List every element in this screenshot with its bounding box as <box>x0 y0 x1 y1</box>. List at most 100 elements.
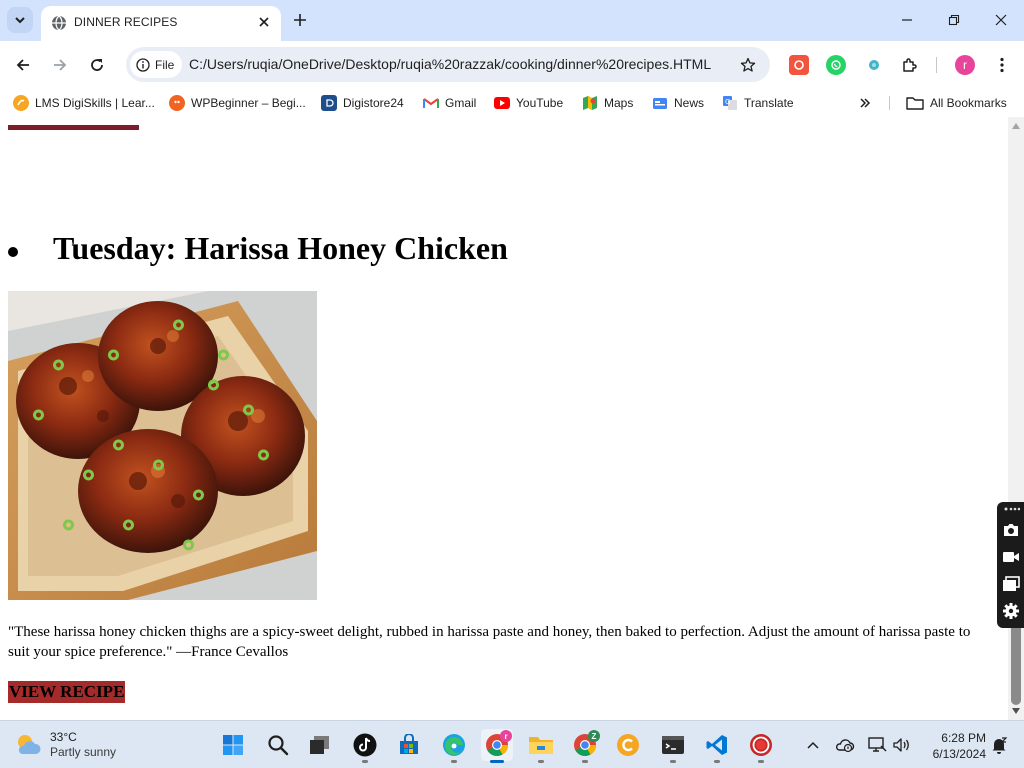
running-indicator <box>362 760 368 763</box>
store-icon <box>400 734 418 754</box>
extension-screen-recorder[interactable] <box>789 55 809 75</box>
capture-settings-button[interactable] <box>1000 600 1022 622</box>
bookmarks-overflow-button[interactable] <box>859 95 871 111</box>
tab-search-button[interactable] <box>7 7 33 33</box>
capture-menu-button[interactable] <box>1000 502 1022 516</box>
clock-time: 6:28 PM <box>941 731 986 745</box>
page-scrollbar[interactable] <box>1008 117 1024 720</box>
network-icon <box>868 737 887 752</box>
youtube-icon <box>494 97 510 109</box>
new-tab-button[interactable] <box>290 10 310 30</box>
bookmark-youtube[interactable]: YouTube <box>494 95 563 111</box>
window-capture-button[interactable] <box>1000 573 1022 595</box>
weather-widget[interactable]: 33°C Partly sunny <box>14 729 116 761</box>
taskbar-vscode[interactable] <box>701 729 733 763</box>
restore-button[interactable] <box>944 10 964 30</box>
volume-tray-icon[interactable] <box>892 735 912 755</box>
list-bullet <box>8 247 18 257</box>
svg-text:G: G <box>725 98 730 106</box>
scroll-down-arrow[interactable] <box>1012 708 1020 714</box>
bookmark-label: Gmail <box>445 96 477 110</box>
browser-toolbar: File C:/Users/ruqia/OneDrive/Desktop/ruq… <box>0 41 1024 89</box>
taskbar-edge[interactable] <box>438 729 470 763</box>
taskbar-screen-recorder[interactable] <box>745 729 777 763</box>
tab-title: DINNER RECIPES <box>74 15 178 29</box>
chrome-menu-button[interactable] <box>992 55 1012 75</box>
browser-tab[interactable]: DINNER RECIPES <box>41 6 281 41</box>
forward-button[interactable] <box>48 53 72 77</box>
bookmark-label: Digistore24 <box>343 96 404 110</box>
running-indicator <box>582 760 588 763</box>
onedrive-tray-icon[interactable] <box>835 735 855 755</box>
bookmark-translate[interactable]: G Translate <box>722 95 794 111</box>
extension-teal-dot[interactable] <box>864 55 884 75</box>
extension-whatsapp[interactable] <box>826 55 846 75</box>
previous-recipe-button-edge[interactable] <box>8 125 139 130</box>
windows-stack-icon <box>1003 576 1020 591</box>
taskbar-microsoft-store[interactable] <box>393 729 425 761</box>
profile-badge: r <box>500 730 512 742</box>
bookmark-gmail[interactable]: Gmail <box>423 95 476 111</box>
bell-icon <box>992 737 1007 754</box>
site-info-chip[interactable]: File <box>130 51 183 78</box>
gmail-icon <box>423 95 439 111</box>
toolbar-divider <box>936 57 937 73</box>
chevron-down-icon <box>15 17 25 24</box>
taskbar-chrome[interactable]: r <box>481 729 513 763</box>
taskbar-search-button[interactable] <box>262 729 294 761</box>
url-text[interactable]: C:/Users/ruqia/OneDrive/Desktop/ruqia%20… <box>189 56 711 72</box>
bookmark-star-button[interactable] <box>737 54 759 76</box>
capture-toolbar <box>997 502 1024 628</box>
back-button[interactable] <box>11 53 35 77</box>
speaker-icon <box>893 738 909 752</box>
system-clock[interactable]: 6:28 PM 6/13/2024 <box>920 730 986 762</box>
vscode-icon <box>706 735 727 755</box>
folder-icon <box>529 737 553 754</box>
windows-logo-icon <box>223 735 243 755</box>
profile-avatar[interactable]: r <box>955 55 975 75</box>
taskbar-copyright-app[interactable] <box>612 729 644 761</box>
close-window-button[interactable] <box>991 10 1011 30</box>
tab-close-button[interactable] <box>255 13 273 31</box>
notifications-button[interactable] <box>989 735 1009 755</box>
scroll-up-arrow[interactable] <box>1012 123 1020 129</box>
record-video-button[interactable] <box>1000 546 1022 568</box>
task-view-icon <box>310 736 329 754</box>
bookmark-digistore24[interactable]: Digistore24 <box>321 95 404 111</box>
taskbar-chrome-profile-2[interactable]: Z <box>569 729 601 763</box>
folder-icon <box>906 97 924 110</box>
close-icon <box>259 17 269 27</box>
bookmark-maps[interactable]: Maps <box>582 95 633 111</box>
arrow-left-icon <box>16 59 29 71</box>
scroll-thumb[interactable] <box>1011 617 1021 705</box>
reload-icon <box>91 59 103 71</box>
profile-badge: Z <box>588 730 600 742</box>
bookmark-news[interactable]: News <box>652 95 704 111</box>
video-camera-icon <box>1003 552 1019 562</box>
taskbar-tiktok[interactable] <box>349 729 381 763</box>
globe-icon <box>52 15 66 31</box>
taskbar-file-explorer[interactable] <box>525 729 557 763</box>
minimize-button[interactable] <box>897 10 917 30</box>
reload-button[interactable] <box>85 53 109 77</box>
address-bar[interactable]: File C:/Users/ruqia/OneDrive/Desktop/ruq… <box>126 47 770 82</box>
network-tray-icon[interactable] <box>867 735 887 755</box>
view-recipe-button[interactable]: VIEW RECIPE <box>8 681 126 703</box>
start-button[interactable] <box>217 729 249 761</box>
puzzle-icon <box>903 58 917 72</box>
cloud-icon <box>835 739 855 753</box>
extensions-button[interactable] <box>900 55 920 75</box>
taskbar-terminal[interactable] <box>657 729 689 763</box>
all-bookmarks-button[interactable]: All Bookmarks <box>906 95 1007 111</box>
search-icon <box>268 735 289 756</box>
bookmark-label: Translate <box>744 96 794 110</box>
info-icon <box>136 57 150 72</box>
bookmark-wpbeginner[interactable]: WPBeginner – Begi... <box>169 95 306 111</box>
task-view-button[interactable] <box>304 729 336 761</box>
bookmark-lms-digiskills[interactable]: LMS DigiSkills | Lear... <box>13 95 155 111</box>
profile-initial: r <box>963 58 967 72</box>
screenshot-button[interactable] <box>1000 519 1022 541</box>
windows-taskbar: 33°C Partly sunny r Z 6:28 PM 6/13/2024 <box>0 720 1024 768</box>
terminal-icon <box>662 736 684 754</box>
show-hidden-icons-button[interactable] <box>803 735 823 755</box>
